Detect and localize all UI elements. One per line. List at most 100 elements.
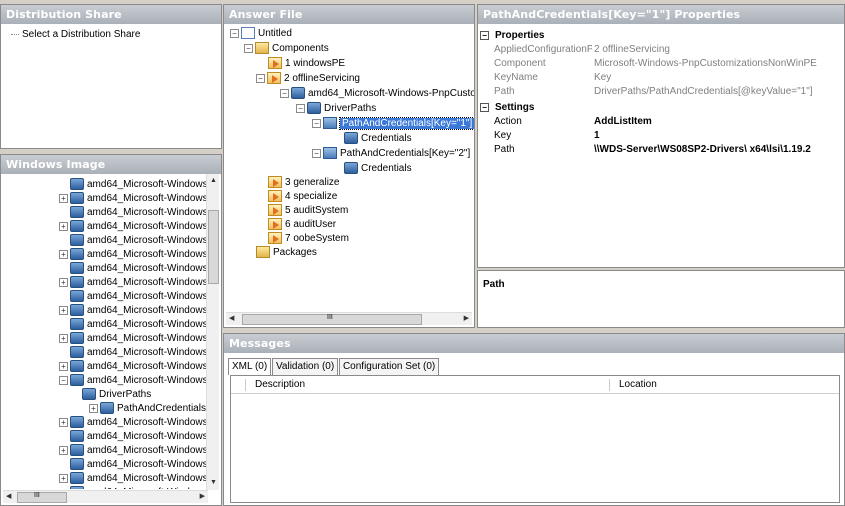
messages-title: Messages: [224, 334, 844, 353]
property-value[interactable]: \\WDS-Server\WS08SP2-Drivers\ x64\lsi\1.…: [594, 143, 811, 157]
property-row[interactable]: KeyName Key: [478, 71, 844, 85]
scroll-right-icon[interactable]: ▶: [464, 314, 469, 324]
distribution-share-title: Distribution Share: [1, 5, 221, 24]
tree-node-component[interactable]: + amd64_Microsoft-Windows-: [59, 416, 208, 430]
settings-section-header[interactable]: − Settings: [480, 101, 534, 115]
scroll-left-icon[interactable]: ◀: [6, 492, 11, 502]
property-value[interactable]: 1: [594, 129, 600, 143]
tree-node-pass-auditsystem[interactable]: 5 auditSystem: [268, 204, 348, 218]
property-row[interactable]: Path DriverPaths/PathAndCredentials[@keyV…: [478, 85, 844, 99]
property-row[interactable]: Action AddListItem: [478, 115, 844, 129]
tree-node-component[interactable]: − amd64_Microsoft-Windows-PnpCustom: [280, 87, 474, 101]
windows-image-hscroll[interactable]: ◀ III ▶: [3, 490, 208, 503]
select-distribution-share-label: Select a Distribution Share: [22, 29, 141, 40]
tab-xml[interactable]: XML (0): [228, 358, 272, 375]
pass-icon: [268, 190, 282, 203]
tree-node-driverpaths[interactable]: − DriverPaths: [296, 102, 376, 116]
tree-node-component[interactable]: − amd64_Microsoft-Windows-: [59, 374, 208, 388]
properties-pane: PathAndCredentials[Key="1"] Properties −…: [477, 4, 845, 268]
tab-configuration-set[interactable]: Configuration Set (0): [338, 358, 440, 375]
tree-node-component[interactable]: + amd64_Microsoft-Windows-: [59, 444, 208, 458]
tree-node-component[interactable]: + amd64_Microsoft-Windows-: [59, 248, 208, 262]
tree-node-pathandcredentials-1[interactable]: − PathAndCredentials[Key="1"]: [312, 117, 474, 131]
scroll-right-icon[interactable]: ▶: [200, 492, 205, 502]
expand-icon: +: [59, 249, 68, 259]
property-key: Path: [494, 144, 515, 155]
tree-node-component[interactable]: amd64_Microsoft-Windows-: [59, 346, 208, 360]
property-key: AppliedConfigurationPa: [494, 44, 592, 55]
property-row[interactable]: Path \\WDS-Server\WS08SP2-Drivers\ x64\ls…: [478, 143, 844, 157]
property-value: Key: [594, 72, 612, 83]
tree-node-component[interactable]: + amd64_Microsoft-Windows-: [59, 332, 208, 346]
tree-node-driverpaths[interactable]: DriverPaths: [71, 388, 151, 402]
component-icon: [70, 192, 84, 205]
collapse-icon: −: [480, 30, 489, 40]
tree-node-components[interactable]: − Components: [244, 42, 329, 56]
tree-node-pass-offlineservicing[interactable]: −2 offlineServicing: [256, 72, 360, 86]
tree-node-component[interactable]: amd64_Microsoft-Windows-: [59, 262, 208, 276]
tree-node-root[interactable]: − Untitled: [230, 27, 292, 41]
pass-icon: [267, 72, 281, 85]
tree-node-pathandcredentials[interactable]: + PathAndCredentials: [89, 402, 206, 416]
component-icon: [70, 220, 84, 233]
pass-icon: [268, 57, 282, 70]
tree-node-credentials-1[interactable]: Credentials: [344, 132, 412, 146]
column-description[interactable]: Description: [255, 376, 305, 394]
tree-node-pass-oobesystem[interactable]: 7 oobeSystem: [268, 232, 349, 246]
column-location[interactable]: Location: [619, 376, 657, 394]
property-row[interactable]: Component Microsoft-Windows-PnpCustomizat…: [478, 57, 844, 71]
component-icon: [70, 178, 84, 191]
tree-node-pass-generalize[interactable]: 3 generalize: [268, 176, 339, 190]
tree-node-credentials-2[interactable]: Credentials: [344, 162, 412, 176]
windows-image-vscroll[interactable]: ▲ ▼: [206, 174, 219, 490]
expand-icon: +: [59, 417, 68, 427]
tab-validation[interactable]: Validation (0): [271, 358, 339, 375]
pass-icon: [268, 232, 282, 245]
expand-icon: +: [59, 305, 68, 315]
windows-image-title: Windows Image: [1, 155, 221, 174]
tree-node-component[interactable]: + amd64_Microsoft-Windows-: [59, 472, 208, 486]
scroll-left-icon[interactable]: ◀: [229, 314, 234, 324]
scroll-up-icon[interactable]: ▲: [210, 176, 217, 186]
component-icon: [82, 388, 96, 401]
tree-node-component[interactable]: amd64_Microsoft-Windows-: [59, 458, 208, 472]
scroll-thumb[interactable]: [208, 210, 219, 284]
tree-node-component[interactable]: amd64_Microsoft-Windows-: [59, 290, 208, 304]
hscroll-thumb[interactable]: III: [242, 314, 422, 325]
tree-node-component[interactable]: amd64_Microsoft-Windows-: [59, 430, 208, 444]
tree-node-component[interactable]: + amd64_Microsoft-Windows-: [59, 220, 208, 234]
messages-grid[interactable]: Description Location: [230, 375, 840, 503]
property-row[interactable]: AppliedConfigurationPa 2 offlineServicing: [478, 43, 844, 57]
property-value[interactable]: AddListItem: [594, 115, 652, 129]
component-icon: [100, 402, 114, 415]
component-icon: [70, 444, 84, 457]
property-value: DriverPaths/PathAndCredentials[@keyValue…: [594, 86, 813, 97]
tree-node-component[interactable]: + amd64_Microsoft-Windows-: [59, 192, 208, 206]
folder-icon: [255, 42, 269, 55]
tree-node-component[interactable]: amd64_Microsoft-Windows-: [59, 234, 208, 248]
property-row[interactable]: Key 1: [478, 129, 844, 143]
grid-header: Description Location: [231, 376, 839, 394]
tree-node-component[interactable]: amd64_Microsoft-Windows-: [59, 318, 208, 332]
answer-file-hscroll[interactable]: ◀ III ▶: [226, 312, 472, 325]
tree-node-packages[interactable]: Packages: [256, 246, 317, 260]
hscroll-thumb[interactable]: III: [17, 492, 67, 503]
properties-title: PathAndCredentials[Key="1"] Properties: [478, 5, 844, 24]
tree-node-component[interactable]: + amd64_Microsoft-Windows-: [59, 360, 208, 374]
collapse-icon: −: [480, 102, 489, 112]
select-distribution-share-item[interactable]: Select a Distribution Share: [11, 29, 140, 40]
tree-node-pathandcredentials-2[interactable]: − PathAndCredentials[Key="2"]: [312, 147, 470, 161]
tree-node-component[interactable]: + amd64_Microsoft-Windows-: [59, 276, 208, 290]
properties-section-header[interactable]: − Properties: [480, 29, 544, 43]
tree-node-pass-audituser[interactable]: 6 auditUser: [268, 218, 336, 232]
tree-node-component[interactable]: amd64_Microsoft-Windows-: [59, 206, 208, 220]
tree-node-pass-specialize[interactable]: 4 specialize: [268, 190, 337, 204]
component-icon: [70, 206, 84, 219]
windows-image-tree[interactable]: amd64_Microsoft-Windows- + amd64_Microsoft…: [1, 174, 208, 489]
tree-node-component[interactable]: amd64_Microsoft-Windows-: [59, 486, 208, 489]
tree-node-component[interactable]: amd64_Microsoft-Windows-: [59, 178, 208, 192]
tree-node-pass-windowspe[interactable]: 1 windowsPE: [268, 57, 345, 71]
component-icon: [291, 87, 305, 100]
scroll-down-icon[interactable]: ▼: [210, 478, 217, 488]
tree-node-component[interactable]: + amd64_Microsoft-Windows-: [59, 304, 208, 318]
